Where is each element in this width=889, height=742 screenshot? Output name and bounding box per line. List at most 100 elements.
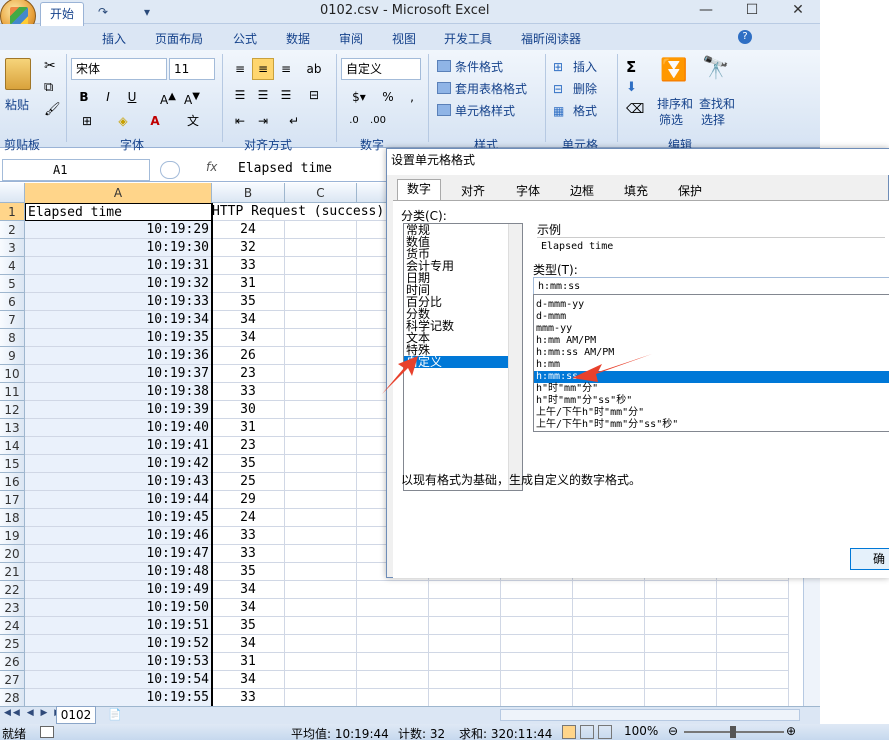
row-header[interactable]: 28 [0,689,25,706]
cell-empty[interactable] [501,599,573,617]
bold-button[interactable]: B [73,86,95,108]
cell-empty[interactable] [285,689,357,706]
cell-a[interactable]: 10:19:40 [25,419,212,437]
cell-empty[interactable] [285,455,357,473]
fx-icon[interactable]: fx [206,160,217,174]
cell-empty[interactable] [573,581,645,599]
tab-page-layout[interactable]: 页面布局 [155,30,203,47]
cell-empty[interactable] [429,617,501,635]
row-header[interactable]: 12 [0,401,25,419]
dialog-tab-border[interactable]: 边框 [559,181,605,201]
tab-view[interactable]: 视图 [392,30,416,47]
cell-empty[interactable] [501,653,573,671]
cell-b[interactable]: 34 [212,311,285,329]
cell-empty[interactable] [285,329,357,347]
cell-a[interactable]: 10:19:29 [25,221,212,239]
cell-empty[interactable] [501,635,573,653]
cell-styles-button[interactable]: 单元格样式 [455,102,515,119]
cell-a[interactable]: 10:19:46 [25,527,212,545]
cell-a[interactable]: 10:19:49 [25,581,212,599]
cell-empty[interactable] [501,671,573,689]
formula-bar-handle-icon[interactable] [160,161,180,179]
row-header[interactable]: 10 [0,365,25,383]
cell-empty[interactable] [285,311,357,329]
row-header[interactable]: 5 [0,275,25,293]
cell-empty[interactable] [285,401,357,419]
column-header-b[interactable]: B [212,183,285,203]
conditional-format-button[interactable]: 条件格式 [455,58,503,75]
find-select-label-2[interactable]: 选择 [701,111,725,128]
cell-empty[interactable] [573,689,645,706]
cell-empty[interactable] [429,581,501,599]
zoom-in-icon[interactable]: ⊕ [786,724,796,738]
paste-button[interactable]: 粘贴 [5,96,29,113]
cell-a[interactable]: 10:19:39 [25,401,212,419]
underline-button[interactable]: U [121,86,143,108]
cell-empty[interactable] [573,653,645,671]
cell-empty[interactable] [717,689,789,706]
category-scrollbar[interactable] [508,224,522,490]
row-header[interactable]: 1 [0,203,25,221]
cell-a[interactable]: 10:19:35 [25,329,212,347]
font-name-select[interactable]: 宋体 [71,58,167,80]
type-item[interactable]: d-mmm-yy [534,299,889,311]
format-as-table-button[interactable]: 套用表格格式 [455,80,527,97]
tab-review[interactable]: 审阅 [339,30,363,47]
cell-a[interactable]: 10:19:47 [25,545,212,563]
cell-empty[interactable] [717,635,789,653]
cell-empty[interactable] [501,581,573,599]
row-header[interactable]: 25 [0,635,25,653]
type-item[interactable]: h"时"mm"分" [534,383,889,395]
cell-b[interactable]: 24 [212,509,285,527]
sort-filter-label-2[interactable]: 筛选 [659,111,683,128]
cell-b[interactable]: 29 [212,491,285,509]
cell-a[interactable]: Elapsed time [25,203,212,221]
phonetic-icon[interactable]: 文 [182,110,204,132]
row-header[interactable]: 13 [0,419,25,437]
cell-empty[interactable] [285,221,357,239]
cell-a[interactable]: 10:19:30 [25,239,212,257]
type-item[interactable]: h:mm AM/PM [534,335,889,347]
cell-empty[interactable] [285,257,357,275]
cell-a[interactable]: 10:19:32 [25,275,212,293]
row-header[interactable]: 18 [0,509,25,527]
dialog-tab-font[interactable]: 字体 [505,181,551,201]
sheet-tab-0102[interactable]: 0102 [56,706,96,724]
grow-font-icon[interactable]: A▲ [157,86,179,108]
horizontal-scrollbar[interactable] [500,709,800,721]
ok-button[interactable]: 确 [850,548,889,570]
sort-filter-icon[interactable]: ⏬ [660,58,687,83]
cell-empty[interactable] [285,383,357,401]
cell-empty[interactable] [429,689,501,706]
cell-a[interactable]: 10:19:51 [25,617,212,635]
row-header[interactable]: 22 [0,581,25,599]
row-header[interactable]: 9 [0,347,25,365]
zoom-slider-thumb[interactable] [730,726,736,738]
cell-empty[interactable] [357,581,429,599]
cell-empty[interactable] [285,527,357,545]
cell-empty[interactable] [285,365,357,383]
cut-icon[interactable]: ✂ [44,58,56,74]
cell-a[interactable]: 10:19:50 [25,599,212,617]
cell-empty[interactable] [285,581,357,599]
row-header[interactable]: 3 [0,239,25,257]
macro-record-icon[interactable] [40,726,54,738]
new-sheet-icon[interactable]: 📄 [108,708,122,721]
dialog-tab-number[interactable]: 数字 [397,179,441,201]
cell-empty[interactable] [357,635,429,653]
indent-decrease-icon[interactable]: ⇤ [229,110,251,132]
page-layout-view-icon[interactable] [580,725,594,739]
tab-home[interactable]: 开始 [40,2,84,26]
tab-developer[interactable]: 开发工具 [444,30,492,47]
type-item[interactable]: 上午/下午h"时"mm"分" [534,407,889,419]
increase-decimal-icon[interactable]: .0 [343,110,365,132]
format-cells-button[interactable]: 格式 [573,102,597,119]
italic-button[interactable]: I [97,86,119,108]
minimize-button[interactable]: — [686,0,726,22]
cell-empty[interactable] [285,545,357,563]
cell-a[interactable]: 10:19:52 [25,635,212,653]
close-button[interactable]: ✕ [778,0,818,22]
number-format-select[interactable]: 自定义 [341,58,421,80]
cell-a[interactable]: 10:19:34 [25,311,212,329]
cell-b[interactable]: 33 [212,527,285,545]
